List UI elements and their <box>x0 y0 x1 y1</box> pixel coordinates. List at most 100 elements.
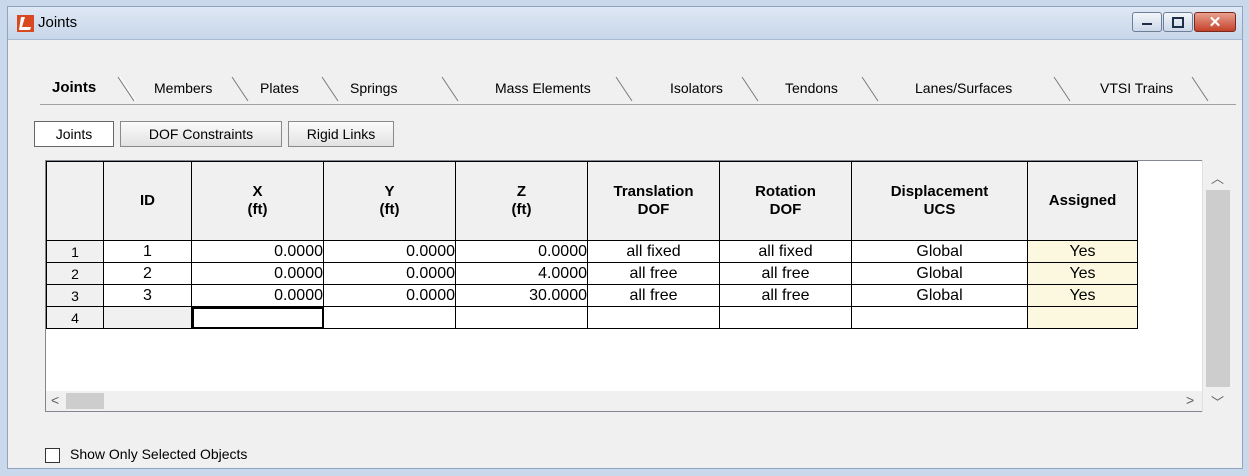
tab-label: Joints <box>52 79 97 96</box>
tab-label: VTSI Trains <box>1100 80 1174 96</box>
cell-translation-dof[interactable]: all free <box>587 284 720 307</box>
cell-rotation-dof[interactable]: all free <box>719 262 852 285</box>
cell-assigned[interactable]: Yes <box>1027 240 1138 263</box>
tab-plates[interactable]: Plates <box>260 73 299 103</box>
cell-z[interactable]: 30.0000 <box>455 284 588 307</box>
window-title: Joints <box>38 14 78 31</box>
tab-joints[interactable]: Joints <box>52 73 96 103</box>
tab-label: Plates <box>260 80 299 96</box>
column-header-id[interactable]: ID <box>103 161 192 241</box>
header-line: Y <box>384 183 395 200</box>
column-header-rotation-dof[interactable]: Rotation DOF <box>719 161 852 241</box>
cell-assigned[interactable]: Yes <box>1027 284 1138 307</box>
cell-x[interactable]: 0.0000 <box>191 262 324 285</box>
column-header-translation-dof[interactable]: Translation DOF <box>587 161 720 241</box>
tab-mass-elements[interactable]: Mass Elements <box>495 73 591 103</box>
vertical-scrollbar[interactable]: ︿ ﹀ <box>1202 160 1233 412</box>
corner-header[interactable] <box>46 161 104 241</box>
tab-divider <box>861 76 879 102</box>
cell-translation-dof[interactable] <box>587 306 720 329</box>
cell-x[interactable]: 0.0000 <box>191 240 324 263</box>
row-number[interactable]: 1 <box>46 240 104 263</box>
cell-x-selected[interactable] <box>191 306 324 329</box>
tab-label: Lanes/Surfaces <box>915 80 1013 96</box>
column-header-z[interactable]: Z (ft) <box>455 161 588 241</box>
column-header-x[interactable]: X (ft) <box>191 161 324 241</box>
scroll-right-icon[interactable]: > <box>1186 392 1194 408</box>
tab-members[interactable]: Members <box>154 73 212 103</box>
cell-x[interactable]: 0.0000 <box>191 284 324 307</box>
cell-id[interactable] <box>103 306 192 329</box>
scroll-up-icon[interactable]: ︿ <box>1211 168 1224 187</box>
header-line: Z <box>516 183 527 200</box>
cell-z[interactable] <box>455 306 588 329</box>
cell-id[interactable]: 1 <box>103 240 192 263</box>
subtab-joints[interactable]: Joints <box>34 121 114 147</box>
table-row[interactable]: 2 2 0.0000 0.0000 4.0000 all free all fr… <box>46 262 1138 285</box>
horizontal-scroll-thumb[interactable] <box>66 393 104 409</box>
maximize-button[interactable] <box>1163 12 1193 32</box>
cell-y[interactable]: 0.0000 <box>323 262 456 285</box>
tab-vtsi-trains[interactable]: VTSI Trains <box>1100 73 1173 103</box>
scroll-left-icon[interactable]: < <box>51 392 59 408</box>
subtab-label: DOF Constraints <box>148 126 254 142</box>
cell-id[interactable]: 3 <box>103 284 192 307</box>
header-line: ID <box>140 192 155 209</box>
cell-y[interactable]: 0.0000 <box>323 240 456 263</box>
header-line: DOF <box>637 201 670 218</box>
tab-baseline <box>40 104 1236 105</box>
tab-label: Tendons <box>785 80 838 96</box>
cell-rotation-dof[interactable]: all free <box>719 284 852 307</box>
cell-displacement-ucs[interactable] <box>851 306 1028 329</box>
table-row[interactable]: 3 3 0.0000 0.0000 30.0000 all free all f… <box>46 284 1138 307</box>
cell-displacement-ucs[interactable]: Global <box>851 284 1028 307</box>
table-row[interactable]: 1 1 0.0000 0.0000 0.0000 all fixed all f… <box>46 240 1138 263</box>
cell-assigned[interactable] <box>1027 306 1138 329</box>
row-number[interactable]: 2 <box>46 262 104 285</box>
scroll-down-icon[interactable]: ﹀ <box>1211 392 1224 411</box>
minimize-button[interactable] <box>1132 12 1162 32</box>
row-number[interactable]: 4 <box>46 306 104 329</box>
show-selected-checkbox[interactable] <box>45 448 60 463</box>
tab-divider <box>1053 76 1071 102</box>
column-header-assigned[interactable]: Assigned <box>1027 161 1138 241</box>
header-line: X <box>252 183 263 200</box>
cell-displacement-ucs[interactable]: Global <box>851 240 1028 263</box>
header-unit: (ft) <box>379 201 400 218</box>
maximize-icon <box>1172 16 1184 28</box>
tab-strip: Joints Members Plates Springs Mass Eleme… <box>40 73 1240 105</box>
close-button[interactable]: ✕ <box>1194 12 1236 32</box>
cell-rotation-dof[interactable] <box>719 306 852 329</box>
cell-displacement-ucs[interactable]: Global <box>851 262 1028 285</box>
tab-divider <box>1191 76 1209 102</box>
cell-assigned[interactable]: Yes <box>1027 262 1138 285</box>
subtab-dof-constraints[interactable]: DOF Constraints <box>120 121 282 147</box>
minimize-icon <box>1142 23 1152 25</box>
cell-z[interactable]: 4.0000 <box>455 262 588 285</box>
subtab-rigid-links[interactable]: Rigid Links <box>288 121 394 147</box>
joints-grid[interactable]: ID X (ft) Y (ft) Z (ft) Translation DOF Rota… <box>45 160 1231 412</box>
cell-id[interactable]: 2 <box>103 262 192 285</box>
cell-rotation-dof[interactable]: all fixed <box>719 240 852 263</box>
cell-translation-dof[interactable]: all fixed <box>587 240 720 263</box>
cell-y[interactable]: 0.0000 <box>323 284 456 307</box>
tab-springs[interactable]: Springs <box>350 73 397 103</box>
cell-z[interactable]: 0.0000 <box>455 240 588 263</box>
close-icon: ✕ <box>1208 14 1222 31</box>
table-row-new[interactable]: 4 <box>46 306 1138 329</box>
vertical-scroll-thumb[interactable] <box>1206 190 1230 387</box>
tab-divider <box>615 76 633 102</box>
row-number[interactable]: 3 <box>46 284 104 307</box>
tab-lanes-surfaces[interactable]: Lanes/Surfaces <box>915 73 1012 103</box>
tab-tendons[interactable]: Tendons <box>785 73 838 103</box>
column-header-displacement-ucs[interactable]: Displacement UCS <box>851 161 1028 241</box>
header-line: Displacement <box>890 183 989 200</box>
tab-label: Isolators <box>670 80 723 96</box>
tab-isolators[interactable]: Isolators <box>670 73 723 103</box>
column-header-y[interactable]: Y (ft) <box>323 161 456 241</box>
show-selected-label[interactable]: Show Only Selected Objects <box>70 446 247 462</box>
title-bar[interactable]: Joints ✕ <box>8 7 1242 40</box>
cell-translation-dof[interactable]: all free <box>587 262 720 285</box>
horizontal-scrollbar[interactable]: < > <box>46 391 1202 411</box>
cell-y[interactable] <box>323 306 456 329</box>
